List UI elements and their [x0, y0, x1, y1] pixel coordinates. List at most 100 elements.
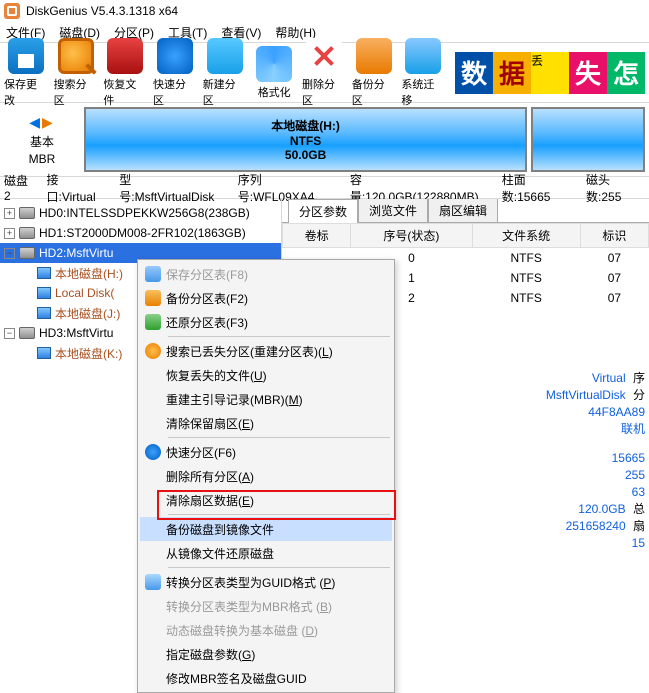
disk-icon — [19, 327, 35, 339]
disk-nav: ◀▶ 基本 MBR — [0, 103, 84, 176]
separator — [168, 567, 390, 568]
ctx-label: 快速分区(F6) — [166, 444, 384, 461]
prop-label: 序 — [633, 371, 645, 385]
cell: NTFS — [472, 268, 580, 288]
tab-sector-edit[interactable]: 扇区编辑 — [428, 199, 498, 222]
format-icon — [256, 46, 292, 82]
ctx-label: 清除扇区数据(E) — [166, 492, 384, 509]
quick-partition-button[interactable]: 快速分区 — [153, 38, 197, 108]
backup-icon — [356, 38, 392, 74]
tree-label: 本地磁盘(H:) — [55, 265, 123, 282]
ctx-backup-disk-to-image[interactable]: 备份磁盘到镜像文件 — [140, 517, 392, 541]
partition-icon — [37, 287, 51, 299]
disk-properties: Virtual 序 MsftVirtualDisk 分 44F8AA89 联机 … — [546, 370, 645, 552]
ctx-modify-mbr-signature[interactable]: 修改MBR签名及磁盘GUID — [140, 666, 392, 690]
prop-value: 251658240 — [566, 519, 626, 533]
search-partition-button[interactable]: 搜索分区 — [54, 38, 98, 108]
cell: 07 — [580, 268, 648, 288]
prop-value: 15665 — [612, 451, 645, 465]
recover-icon — [107, 38, 143, 74]
new-partition-button[interactable]: 新建分区 — [203, 38, 247, 108]
ctx-label: 清除保留扇区(E) — [166, 415, 384, 432]
ctx-label: 修改MBR签名及磁盘GUID — [166, 670, 384, 687]
banner: 数 据 丢 失 怎 — [455, 52, 645, 94]
restore-icon — [145, 314, 161, 330]
ctx-label: 从镜像文件还原磁盘 — [166, 545, 384, 562]
delete-icon — [306, 38, 342, 74]
backup-icon — [145, 290, 161, 306]
format-button[interactable]: 格式化 — [252, 46, 296, 100]
disk-bar: ◀▶ 基本 MBR 本地磁盘(H:) NTFS 50.0GB — [0, 103, 649, 177]
quick-icon — [157, 38, 193, 74]
delete-partition-button[interactable]: 删除分区 — [302, 38, 346, 108]
prop-value: 联机 — [621, 422, 645, 436]
cell: 07 — [580, 248, 648, 269]
disk-info-bar: 磁盘2 接口:Virtual 型号:MsftVirtualDisk 序列号:WF… — [0, 177, 649, 199]
new-icon — [207, 38, 243, 74]
backup-partition-button[interactable]: 备份分区 — [352, 38, 396, 108]
save-button[interactable]: 保存更改 — [4, 38, 48, 108]
recover-files-button[interactable]: 恢复文件 — [103, 38, 147, 108]
prop-label: 分 — [633, 388, 645, 402]
ctx-search-lost-partition[interactable]: 搜索已丢失分区(重建分区表)(L) — [140, 339, 392, 363]
ctx-backup-partition-table[interactable]: 备份分区表(F2) — [140, 286, 392, 310]
ctx-delete-all-partitions[interactable]: 删除所有分区(A) — [140, 464, 392, 488]
convert-icon — [145, 574, 161, 590]
ctx-dynamic-to-basic: 动态磁盘转换为基本磁盘 (D) — [140, 618, 392, 642]
cell: NTFS — [472, 288, 580, 308]
banner-char-2: 据 — [493, 52, 531, 94]
volume-block[interactable]: 本地磁盘(H:) NTFS 50.0GB — [84, 107, 527, 172]
ctx-label: 动态磁盘转换为基本磁盘 (D) — [166, 622, 384, 639]
context-menu: 保存分区表(F8) 备份分区表(F2) 还原分区表(F3) 搜索已丢失分区(重建… — [137, 259, 395, 693]
cell: 07 — [580, 288, 648, 308]
toolbar: 保存更改 搜索分区 恢复文件 快速分区 新建分区 格式化 删除分区 备份分区 系… — [0, 43, 649, 103]
tabs: 分区参数 浏览文件 扇区编辑 — [282, 199, 649, 223]
ctx-erase-sector-data[interactable]: 清除扇区数据(E) — [140, 488, 392, 512]
tree-hd1[interactable]: + HD1:ST2000DM008-2FR102(1863GB) — [0, 223, 281, 243]
disk-icon — [19, 207, 35, 219]
separator — [168, 514, 390, 515]
tree-label: Local Disk( — [55, 286, 114, 300]
ctx-label: 备份磁盘到镜像文件 — [166, 521, 384, 538]
tree-label: HD1:ST2000DM008-2FR102(1863GB) — [39, 226, 246, 240]
partition-icon — [37, 267, 51, 279]
col-id[interactable]: 标识 — [580, 224, 648, 248]
expand-icon[interactable]: + — [4, 208, 15, 219]
search-icon — [145, 343, 161, 359]
prop-value: MsftVirtualDisk — [546, 388, 626, 402]
migrate-system-button[interactable]: 系统迁移 — [401, 38, 445, 108]
tree-hd0[interactable]: +HD0:INTELSSDPEKKW256G8(238GB) — [0, 203, 281, 223]
disk-nav-arrows[interactable]: ◀▶ — [29, 114, 55, 131]
ctx-rebuild-mbr[interactable]: 重建主引导记录(MBR)(M) — [140, 387, 392, 411]
app-icon — [4, 3, 20, 19]
volume-block-2[interactable] — [531, 107, 645, 172]
ctx-label: 搜索已丢失分区(重建分区表)(L) — [166, 343, 384, 360]
col-volume[interactable]: 卷标 — [283, 224, 351, 248]
tab-partition-params[interactable]: 分区参数 — [288, 199, 358, 223]
search-icon — [58, 38, 94, 74]
prop-value: 255 — [625, 468, 645, 482]
expand-icon[interactable]: + — [4, 228, 15, 239]
ctx-convert-to-mbr: 转换分区表类型为MBR格式 (B) — [140, 594, 392, 618]
collapse-icon[interactable]: − — [4, 248, 15, 259]
window-title: DiskGenius V5.4.3.1318 x64 — [26, 4, 178, 18]
ctx-label: 删除所有分区(A) — [166, 468, 384, 485]
prop-value: 15 — [632, 536, 645, 550]
ctx-restore-disk-from-image[interactable]: 从镜像文件还原磁盘 — [140, 541, 392, 565]
ctx-quick-partition[interactable]: 快速分区(F6) — [140, 440, 392, 464]
ctx-label: 转换分区表类型为GUID格式 (P) — [166, 574, 384, 591]
ctx-restore-partition-table[interactable]: 还原分区表(F3) — [140, 310, 392, 334]
ctx-set-disk-params[interactable]: 指定磁盘参数(G) — [140, 642, 392, 666]
col-serial[interactable]: 序号(状态) — [351, 224, 472, 248]
disk-type-label: 基本 — [30, 133, 54, 150]
ctx-recover-lost-files[interactable]: 恢复丢失的文件(U) — [140, 363, 392, 387]
ctx-convert-to-guid[interactable]: 转换分区表类型为GUID格式 (P) — [140, 570, 392, 594]
separator — [168, 437, 390, 438]
collapse-icon[interactable]: − — [4, 328, 15, 339]
banner-char-1: 数 — [455, 52, 493, 94]
ctx-clear-reserved-sectors[interactable]: 清除保留扇区(E) — [140, 411, 392, 435]
tab-browse-files[interactable]: 浏览文件 — [358, 199, 428, 222]
ctx-label: 指定磁盘参数(G) — [166, 646, 384, 663]
col-filesystem[interactable]: 文件系统 — [472, 224, 580, 248]
tree-label: HD3:MsftVirtu — [39, 326, 113, 340]
